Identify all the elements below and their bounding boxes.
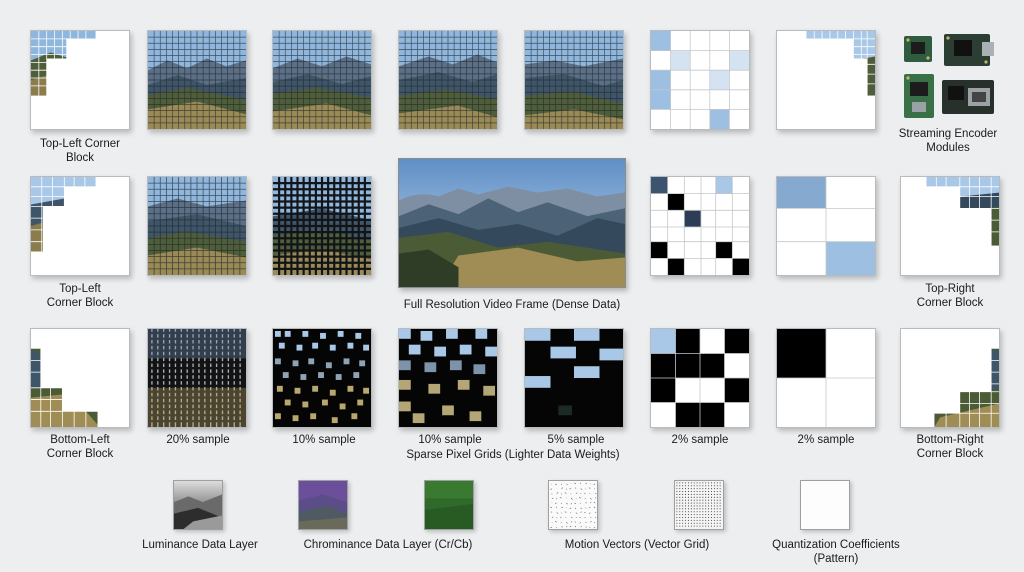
landscape-grid-image xyxy=(273,31,371,129)
caption-streaming-modules: Streaming Encoder Modules xyxy=(898,128,998,154)
landscape-grid-image xyxy=(148,177,246,275)
caption-full-frame: Full Resolution Video Frame (Dense Data) xyxy=(403,299,621,311)
encoder-module-1 xyxy=(904,36,932,62)
sample-10-tile-a xyxy=(272,328,372,428)
sample-2-tile-b xyxy=(776,328,876,428)
encoder-module-2 xyxy=(944,34,994,66)
corner-block-image xyxy=(31,177,96,252)
caption-top-right-corner: Top-Right Corner Block xyxy=(916,283,984,309)
sparse-grid-image xyxy=(525,329,623,427)
caption-top-left-corner-1: Top-Left Corner Block xyxy=(40,138,120,164)
caption-sample-10b: 10% sample xyxy=(418,434,482,446)
landscape-grid-tile-dense-5 xyxy=(147,176,247,276)
motion-vectors-swatch xyxy=(548,480,598,530)
caption-quantization: Quantization Coefficients (Pattern) xyxy=(772,539,900,565)
sample-20-tile xyxy=(147,328,247,428)
top-right-corner-block-tile-2 xyxy=(900,176,1000,276)
caption-chrominance: Chrominance Data Layer (Cr/Cb) xyxy=(303,539,473,551)
sparse-grid-image xyxy=(273,329,371,427)
bottom-left-corner-block-tile xyxy=(30,328,130,428)
black-block-pattern-tile-1 xyxy=(650,176,750,276)
block-pattern-image xyxy=(651,31,749,129)
streaming-encoder-modules-image xyxy=(902,30,998,130)
corner-block-image xyxy=(777,31,875,96)
sample-2-tile-a xyxy=(650,328,750,428)
caption-sample-5: 5% sample xyxy=(547,434,605,446)
blue-block-pattern-tile-1 xyxy=(650,30,750,130)
encoder-module-3 xyxy=(904,74,934,118)
landscape-grid-image xyxy=(399,31,497,129)
sparse-grid-image xyxy=(399,329,497,427)
landscape-grid-image xyxy=(525,31,623,129)
luminance-layer-swatch xyxy=(173,480,223,530)
top-left-corner-block-tile-2 xyxy=(30,176,130,276)
sample-10-tile-b xyxy=(398,328,498,428)
block-pattern-image xyxy=(651,329,749,427)
block-pattern-image xyxy=(777,329,875,427)
corner-block-image xyxy=(934,348,999,427)
caption-sample-20: 20% sample xyxy=(166,434,230,446)
top-left-corner-block-tile-1 xyxy=(30,30,130,130)
block-pattern-image xyxy=(777,177,875,275)
encoder-module-4 xyxy=(942,80,994,114)
caption-luminance: Luminance Data Layer xyxy=(142,539,258,551)
landscape-grid-tile-dense-2 xyxy=(272,30,372,130)
caption-sample-10a: 10% sample xyxy=(292,434,356,446)
bottom-right-corner-block-tile xyxy=(900,328,1000,428)
corner-block-image xyxy=(31,31,96,96)
corner-block-image xyxy=(31,348,98,427)
caption-bottom-right-corner: Bottom-Right Corner Block xyxy=(916,434,984,460)
full-resolution-frame-image xyxy=(398,158,626,288)
top-right-corner-block-tile-1 xyxy=(776,30,876,130)
sparse-grid-image xyxy=(148,329,246,427)
corner-block-image xyxy=(901,177,999,246)
caption-motion-vectors: Motion Vectors (Vector Grid) xyxy=(564,539,710,551)
block-pattern-image xyxy=(651,177,749,275)
landscape-grid-tile-dense-1 xyxy=(147,30,247,130)
landscape-grid-image xyxy=(273,177,371,275)
caption-top-left-corner-2: Top-Left Corner Block xyxy=(46,283,114,309)
landscape-grid-tile-dense-3 xyxy=(398,30,498,130)
caption-sparse-grids: Sparse Pixel Grids (Lighter Data Weights… xyxy=(406,449,620,461)
landscape-grid-tile-gapped xyxy=(272,176,372,276)
caption-sample-2a: 2% sample xyxy=(671,434,729,446)
chrominance-green-swatch xyxy=(424,480,474,530)
sample-5-tile xyxy=(524,328,624,428)
quantization-coefficients-swatch xyxy=(800,480,850,530)
landscape-grid-image xyxy=(148,31,246,129)
landscape-grid-tile-dense-4 xyxy=(524,30,624,130)
blue-quadrant-tile xyxy=(776,176,876,276)
caption-bottom-left-corner: Bottom-Left Corner Block xyxy=(46,434,114,460)
chrominance-layer-swatch xyxy=(298,480,348,530)
caption-sample-2b: 2% sample xyxy=(797,434,855,446)
motion-vectors-dot-grid-swatch xyxy=(674,480,724,530)
